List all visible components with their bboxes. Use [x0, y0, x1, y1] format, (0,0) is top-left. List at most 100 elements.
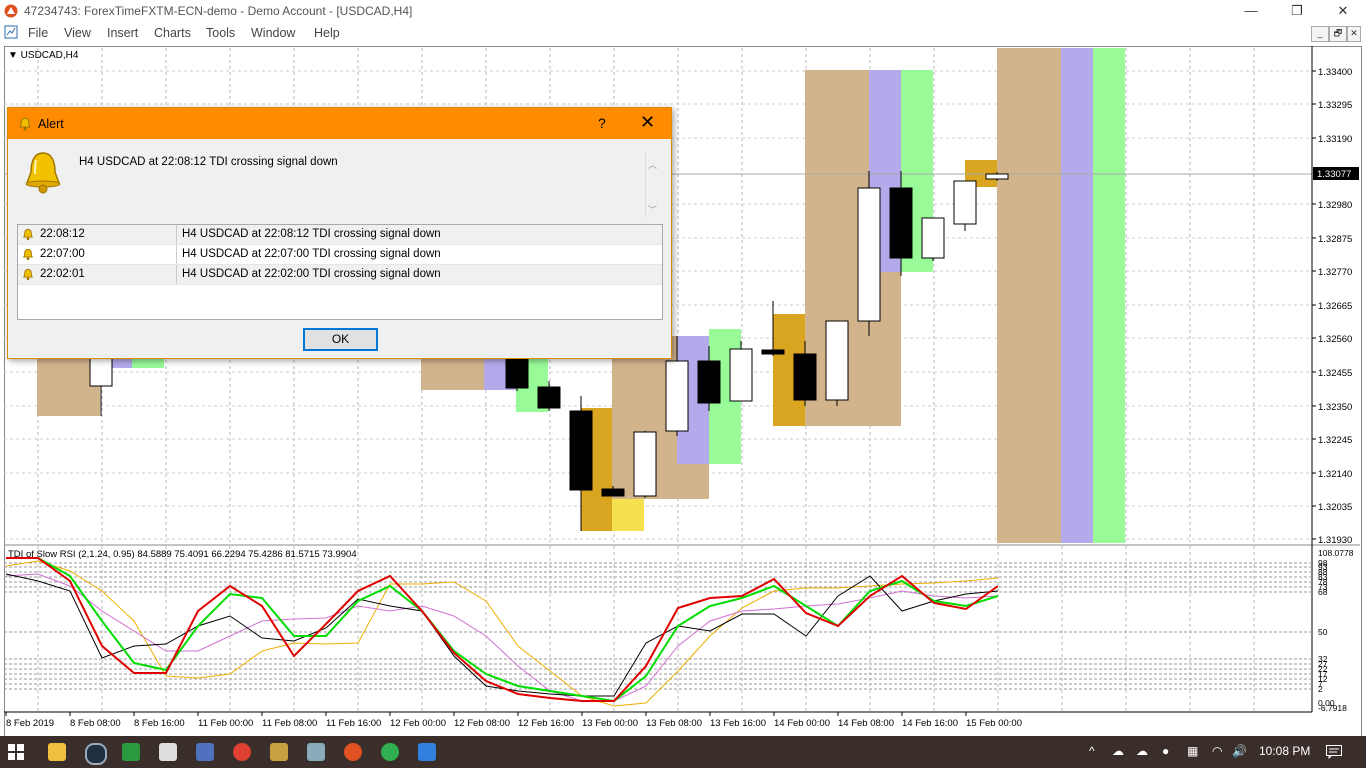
candle-body: [665, 360, 689, 432]
alert-history-list: 22:08:12 H4 USDCAD at 22:08:12 TDI cross…: [17, 224, 663, 320]
time-label: 12 Feb 16:00: [518, 718, 574, 729]
mdi-minimize-button[interactable]: _: [1311, 26, 1329, 42]
taskbar: ^ ☁ ☁ ● ▦ ◠ 🔊 10:08 PM: [0, 736, 1366, 768]
mdi-close-button[interactable]: ✕: [1347, 26, 1361, 42]
price-label: 1.33400: [1318, 67, 1352, 78]
alert-close-button[interactable]: ✕: [640, 112, 655, 133]
indicator-level-label: 50: [1318, 627, 1328, 637]
time-label: 13 Feb 08:00: [646, 718, 702, 729]
price-label: 1.32770: [1318, 267, 1352, 278]
cloud-icon[interactable]: ☁: [1112, 744, 1124, 758]
mdi-restore-button[interactable]: 🗗: [1329, 26, 1347, 42]
volume-icon[interactable]: 🔊: [1232, 744, 1247, 758]
time-label: 11 Feb 00:00: [198, 718, 253, 729]
windows-start-icon[interactable]: [8, 744, 24, 760]
menu-insert[interactable]: Insert: [107, 26, 138, 40]
scroll-down-icon[interactable]: ﹀: [648, 203, 657, 216]
indicator-level-label: 2: [1318, 684, 1323, 694]
time-label: 8 Feb 2019: [6, 718, 54, 729]
price-label: 1.32035: [1318, 502, 1352, 513]
time-label: 13 Feb 16:00: [710, 718, 766, 729]
price-label: 1.33295: [1318, 100, 1352, 111]
security-icon[interactable]: [85, 743, 107, 765]
large-bell-icon: [25, 152, 61, 194]
price-label: 1.32980: [1318, 200, 1352, 211]
indicator-level-label: 68: [1318, 587, 1328, 597]
time-label: 14 Feb 00:00: [774, 718, 830, 729]
alert-time: 22:02:01: [40, 268, 85, 280]
price-label: 1.32455: [1318, 368, 1352, 379]
alert-row[interactable]: 22:02:01 H4 USDCAD at 22:02:00 TDI cross…: [18, 265, 662, 285]
help-button[interactable]: ?: [598, 115, 606, 131]
file-explorer-icon[interactable]: [48, 743, 66, 761]
scroll-up-icon[interactable]: ︿: [648, 158, 657, 171]
alert-row-message: H4 USDCAD at 22:07:00 TDI crossing signa…: [182, 248, 441, 260]
photo-app-icon[interactable]: [122, 743, 140, 761]
time-label: 15 Feb 00:00: [966, 718, 1022, 729]
tray-app-icon[interactable]: ●: [1162, 744, 1169, 758]
column-separator: [176, 265, 177, 284]
price-label: 1.32245: [1318, 435, 1352, 446]
menu-help[interactable]: Help: [314, 26, 340, 40]
app-icon[interactable]: [270, 743, 288, 761]
calculator-icon[interactable]: [159, 743, 177, 761]
indicator-level-label: -6.7918: [1318, 703, 1347, 713]
notepad-icon[interactable]: [307, 743, 325, 761]
price-label: 1.33190: [1318, 134, 1352, 145]
candle-body: [633, 431, 657, 497]
zone-box: [1061, 48, 1093, 543]
time-label: 13 Feb 00:00: [582, 718, 638, 729]
window-title: 47234743: ForexTimeFXTM-ECN-demo - Demo …: [24, 4, 413, 18]
wifi-icon[interactable]: ◠: [1212, 744, 1222, 758]
candle-body: [761, 349, 785, 355]
candle-body: [505, 357, 529, 389]
chrome-icon[interactable]: [233, 743, 251, 761]
price-label: 1.32665: [1318, 301, 1352, 312]
minimize-button[interactable]: —: [1228, 0, 1274, 22]
alert-title-bar[interactable]: Alert ? ✕: [8, 108, 671, 139]
restore-button[interactable]: ❐: [1274, 0, 1320, 22]
price-label: 1.32350: [1318, 402, 1352, 413]
alert-dialog: Alert ? ✕ H4 USDCAD at 22:08:12 TDI cros…: [7, 107, 672, 359]
price-label: 1.32140: [1318, 469, 1352, 480]
remote-app-icon[interactable]: [196, 743, 214, 761]
vpn-icon[interactable]: [381, 743, 399, 761]
notifications-icon[interactable]: [1326, 745, 1342, 759]
current-price-label: 1.33077: [1317, 169, 1351, 180]
onedrive-icon[interactable]: ☁: [1136, 744, 1148, 758]
time-label: 12 Feb 08:00: [454, 718, 510, 729]
bell-icon: [19, 117, 31, 131]
chart-symbol-label: ▼ USDCAD,H4: [8, 50, 79, 61]
alert-row[interactable]: 22:07:00 H4 USDCAD at 22:07:00 TDI cross…: [18, 245, 662, 265]
menu-tools[interactable]: Tools: [206, 26, 235, 40]
menu-window[interactable]: Window: [251, 26, 295, 40]
bell-icon: [23, 228, 33, 241]
title-bar: 47234743: ForexTimeFXTM-ECN-demo - Demo …: [0, 0, 1366, 22]
close-button[interactable]: ✕: [1320, 0, 1366, 22]
metatrader-app-icon[interactable]: [4, 4, 18, 18]
candle-body: [537, 386, 561, 409]
menu-charts[interactable]: Charts: [154, 26, 191, 40]
shield-app-icon[interactable]: [418, 743, 436, 761]
menu-view[interactable]: View: [64, 26, 91, 40]
bell-icon: [23, 248, 33, 261]
clock[interactable]: 10:08 PM: [1259, 744, 1310, 758]
menu-file[interactable]: File: [28, 26, 48, 40]
candle-body: [889, 187, 913, 259]
zone-box: [997, 48, 1061, 543]
tray-grid-icon[interactable]: ▦: [1187, 744, 1198, 758]
alert-time: 22:08:12: [40, 228, 85, 240]
chart-window-icon[interactable]: [4, 25, 18, 39]
time-label: 8 Feb 08:00: [70, 718, 121, 729]
candle-body: [793, 353, 817, 401]
alert-row[interactable]: 22:08:12 H4 USDCAD at 22:08:12 TDI cross…: [18, 225, 662, 245]
ok-button[interactable]: OK: [303, 328, 378, 351]
time-label: 11 Feb 16:00: [326, 718, 381, 729]
price-label: 1.32875: [1318, 234, 1352, 245]
metatrader-taskbar-icon[interactable]: [344, 743, 362, 761]
candle-body: [857, 187, 881, 322]
time-label: 14 Feb 16:00: [902, 718, 958, 729]
tray-expand-icon[interactable]: ^: [1089, 744, 1095, 758]
candle-body: [601, 488, 625, 497]
candle-body: [697, 360, 721, 404]
